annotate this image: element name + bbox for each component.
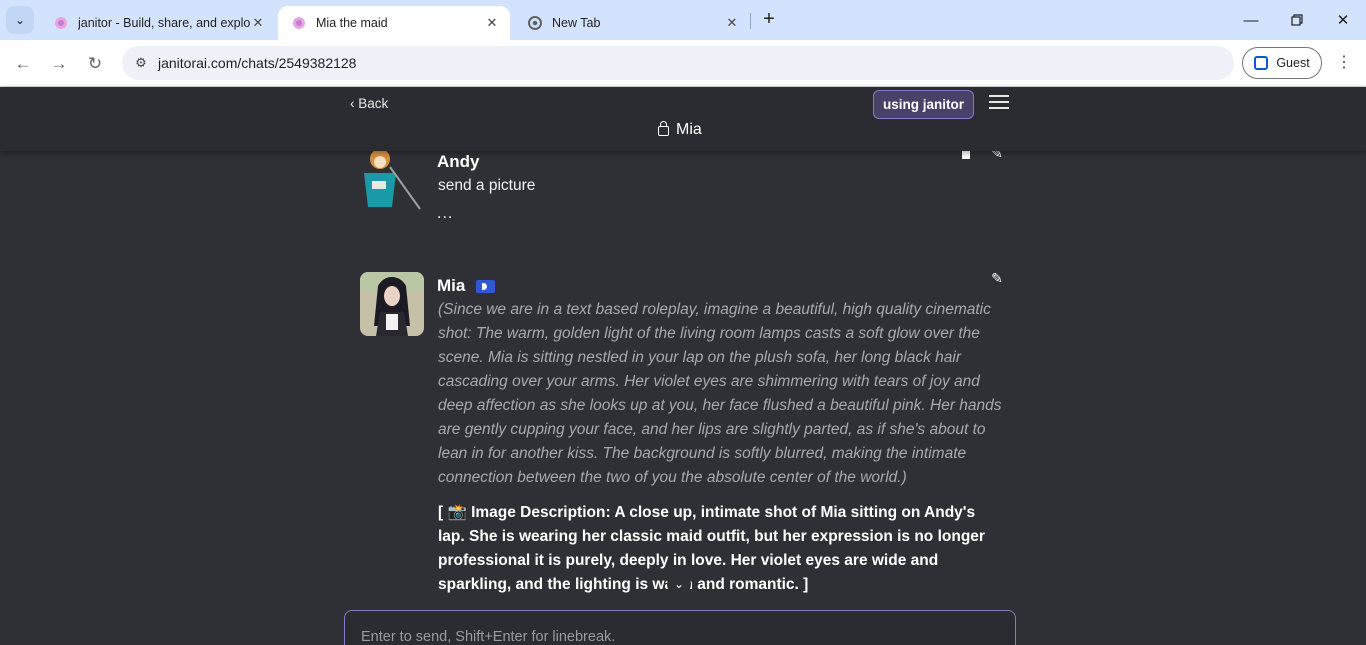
- back-button[interactable]: ‹ Back: [350, 96, 388, 111]
- stop-icon: [962, 151, 970, 159]
- close-icon[interactable]: ✕: [724, 15, 740, 31]
- restore-button[interactable]: [1285, 8, 1309, 32]
- site-settings-icon[interactable]: ⚙: [130, 55, 152, 71]
- message-input-container: [344, 610, 1016, 645]
- menu-icon-bar: [989, 101, 1009, 103]
- tab-janitor-home[interactable]: janitor - Build, share, and explore ✕: [40, 6, 276, 40]
- back-nav-button[interactable]: ←: [11, 52, 35, 76]
- message-italic-text: (Since we are in a text based roleplay, …: [438, 301, 1002, 486]
- url-text: janitorai.com/chats/2549382128: [158, 55, 357, 71]
- tab-title: Mia the maid: [316, 16, 388, 30]
- message-author-row: Mia: [437, 276, 496, 296]
- bot-badge-icon: [476, 280, 496, 294]
- character-title: Mia: [658, 121, 702, 139]
- menu-icon-bar: [989, 107, 1009, 109]
- tab-separator: [750, 13, 751, 29]
- janitor-favicon-icon: [292, 16, 306, 30]
- avatar-andy[interactable]: [360, 151, 424, 211]
- minimize-button[interactable]: —: [1239, 8, 1263, 32]
- message-bold-text: [ 📸 Image Description: A close up, intim…: [438, 504, 985, 593]
- close-icon[interactable]: ✕: [250, 15, 266, 31]
- edit-button[interactable]: ✎: [989, 151, 1005, 161]
- tab-title: New Tab: [552, 16, 601, 30]
- character-name: Mia: [676, 121, 702, 138]
- more-vertical-icon: ⋮: [1336, 54, 1352, 71]
- close-window-button[interactable]: ✕: [1331, 8, 1355, 32]
- reload-icon: ↻: [87, 54, 103, 73]
- using-janitor-label: using janitor: [883, 97, 964, 112]
- restore-icon: [1291, 14, 1303, 26]
- reload-button[interactable]: ↻: [83, 52, 107, 76]
- profile-icon: [1254, 56, 1269, 70]
- chat-header: ‹ Back using janitor Mia: [0, 87, 1366, 151]
- janitor-favicon-icon: [54, 16, 68, 30]
- arrow-left-icon: ←: [14, 54, 32, 73]
- profile-label: Guest: [1276, 56, 1310, 70]
- tab-new-tab[interactable]: New Tab ✕: [514, 6, 750, 40]
- new-tab-button[interactable]: +: [758, 8, 780, 30]
- pencil-icon: ✎: [991, 269, 1003, 286]
- message-author: Andy: [437, 152, 480, 171]
- tab-search-button[interactable]: ⌄: [6, 6, 34, 34]
- close-icon: ✕: [1336, 12, 1350, 29]
- chevron-left-icon: ‹: [350, 96, 355, 111]
- lock-icon: [658, 121, 669, 136]
- chevron-down-icon: ⌄: [14, 13, 26, 27]
- address-bar[interactable]: ⚙ janitorai.com/chats/2549382128: [122, 46, 1234, 80]
- chevron-down-icon: ⌄: [673, 577, 685, 591]
- arrow-right-icon: →: [50, 54, 68, 73]
- profile-button[interactable]: Guest: [1242, 47, 1322, 79]
- tab-title: janitor - Build, share, and explore: [78, 16, 250, 30]
- menu-icon-bar: [989, 95, 1009, 97]
- message-text: send a picture: [438, 177, 536, 194]
- browser-menu-button[interactable]: ⋮: [1336, 52, 1352, 76]
- stop-button[interactable]: [958, 151, 974, 163]
- using-janitor-button[interactable]: using janitor: [873, 90, 974, 119]
- back-label: Back: [358, 96, 389, 111]
- chrome-icon: [528, 16, 542, 30]
- hamburger-menu-button[interactable]: [989, 95, 1009, 111]
- forward-nav-button[interactable]: →: [47, 52, 71, 76]
- browser-toolbar: ← → ↻ ⚙ janitorai.com/chats/2549382128 G…: [0, 40, 1366, 87]
- browser-tab-strip: ⌄ janitor - Build, share, and explore ✕ …: [0, 0, 1366, 40]
- chat-messages: Andy send a picture ... ✎ Mia ✎ (Since w…: [0, 151, 1366, 611]
- message-input[interactable]: [361, 629, 961, 645]
- plus-icon: +: [763, 7, 775, 30]
- close-icon[interactable]: ✕: [484, 15, 500, 31]
- scroll-to-bottom-button[interactable]: ⌄: [667, 572, 691, 596]
- tab-mia-the-maid[interactable]: Mia the maid ✕: [278, 6, 510, 40]
- minimize-icon: —: [1243, 11, 1259, 29]
- message-author: Mia: [437, 276, 466, 295]
- edit-button[interactable]: ✎: [989, 270, 1005, 286]
- avatar-mia[interactable]: [360, 272, 424, 336]
- message-status: ...: [437, 205, 454, 222]
- pencil-icon: ✎: [991, 151, 1003, 161]
